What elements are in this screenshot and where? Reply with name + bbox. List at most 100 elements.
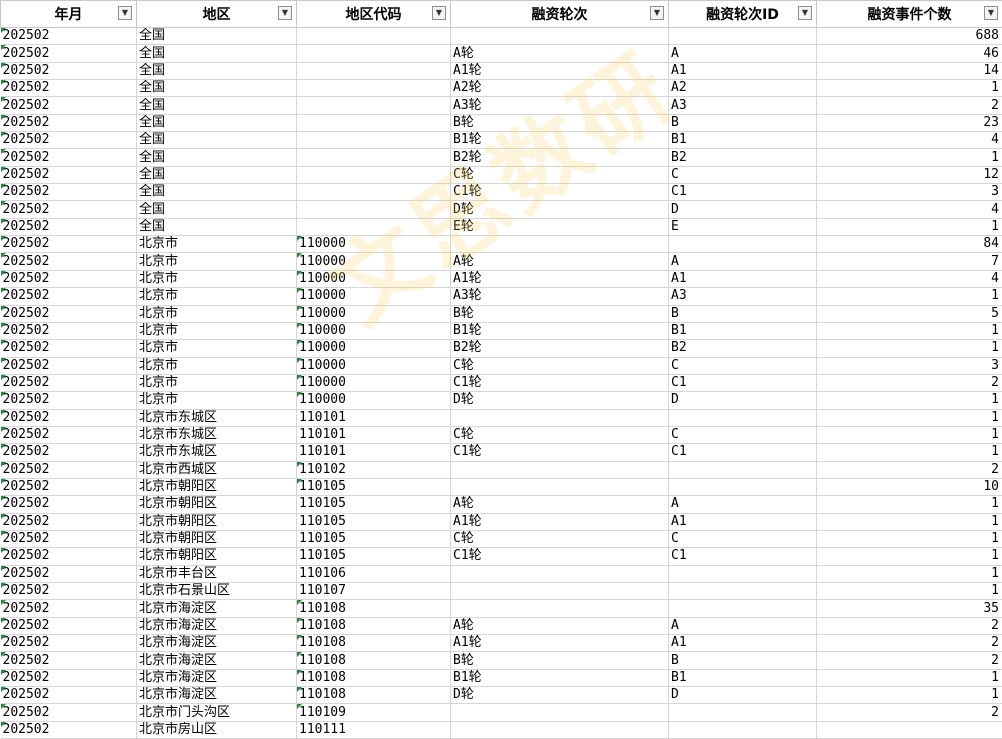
cell-funding-round[interactable]: B1轮 xyxy=(451,322,669,339)
cell-region[interactable]: 北京市 xyxy=(137,288,297,305)
cell-funding-round-id[interactable]: A xyxy=(669,45,817,62)
cell-region-code[interactable] xyxy=(297,149,451,166)
cell-funding-round[interactable]: C轮 xyxy=(451,166,669,183)
cell-funding-round[interactable]: B1轮 xyxy=(451,669,669,686)
cell-funding-round[interactable]: C1轮 xyxy=(451,548,669,565)
cell-funding-round-id[interactable] xyxy=(669,478,817,495)
cell-funding-round-id[interactable]: A1 xyxy=(669,513,817,530)
cell-year-month[interactable]: 202502 xyxy=(1,721,137,738)
cell-event-count[interactable]: 7 xyxy=(817,253,1002,270)
cell-year-month[interactable]: 202502 xyxy=(1,496,137,513)
cell-year-month[interactable]: 202502 xyxy=(1,80,137,97)
cell-year-month[interactable]: 202502 xyxy=(1,288,137,305)
cell-region[interactable]: 北京市 xyxy=(137,236,297,253)
cell-region-code[interactable]: 110106 xyxy=(297,565,451,582)
cell-year-month[interactable]: 202502 xyxy=(1,253,137,270)
cell-funding-round[interactable] xyxy=(451,236,669,253)
cell-event-count[interactable]: 1 xyxy=(817,669,1002,686)
cell-event-count[interactable]: 84 xyxy=(817,236,1002,253)
cell-year-month[interactable]: 202502 xyxy=(1,132,137,149)
cell-funding-round[interactable] xyxy=(451,704,669,721)
cell-funding-round[interactable]: E轮 xyxy=(451,218,669,235)
cell-region[interactable]: 全国 xyxy=(137,218,297,235)
cell-region[interactable]: 北京市海淀区 xyxy=(137,617,297,634)
cell-year-month[interactable]: 202502 xyxy=(1,461,137,478)
cell-funding-round-id[interactable]: C1 xyxy=(669,548,817,565)
cell-year-month[interactable]: 202502 xyxy=(1,184,137,201)
cell-funding-round[interactable]: B轮 xyxy=(451,652,669,669)
cell-region[interactable]: 北京市丰台区 xyxy=(137,565,297,582)
cell-region-code[interactable]: 110108 xyxy=(297,687,451,704)
cell-year-month[interactable]: 202502 xyxy=(1,478,137,495)
cell-region-code[interactable] xyxy=(297,114,451,131)
cell-funding-round-id[interactable]: E xyxy=(669,218,817,235)
cell-region-code[interactable]: 110108 xyxy=(297,635,451,652)
cell-region[interactable]: 北京市海淀区 xyxy=(137,687,297,704)
cell-event-count[interactable]: 10 xyxy=(817,478,1002,495)
cell-funding-round-id[interactable]: C1 xyxy=(669,374,817,391)
cell-event-count[interactable]: 4 xyxy=(817,132,1002,149)
filter-dropdown-icon[interactable]: ▼ xyxy=(278,6,292,20)
cell-region-code[interactable]: 110105 xyxy=(297,548,451,565)
cell-year-month[interactable]: 202502 xyxy=(1,236,137,253)
cell-year-month[interactable]: 202502 xyxy=(1,669,137,686)
cell-region-code[interactable]: 110101 xyxy=(297,444,451,461)
cell-event-count[interactable]: 2 xyxy=(817,374,1002,391)
cell-event-count[interactable]: 1 xyxy=(817,340,1002,357)
cell-region[interactable]: 全国 xyxy=(137,62,297,79)
cell-funding-round[interactable]: B轮 xyxy=(451,305,669,322)
cell-funding-round-id[interactable] xyxy=(669,409,817,426)
cell-funding-round[interactable] xyxy=(451,461,669,478)
cell-region[interactable]: 北京市 xyxy=(137,305,297,322)
cell-year-month[interactable]: 202502 xyxy=(1,444,137,461)
cell-funding-round-id[interactable]: B1 xyxy=(669,669,817,686)
cell-event-count[interactable]: 688 xyxy=(817,28,1002,45)
cell-funding-round-id[interactable]: C xyxy=(669,166,817,183)
cell-region[interactable]: 北京市海淀区 xyxy=(137,635,297,652)
cell-year-month[interactable]: 202502 xyxy=(1,530,137,547)
cell-region[interactable]: 北京市 xyxy=(137,357,297,374)
cell-funding-round[interactable]: C轮 xyxy=(451,530,669,547)
column-header-region[interactable]: 地区▼ xyxy=(137,1,297,28)
filter-active-icon[interactable]: ▼ xyxy=(984,6,998,20)
cell-year-month[interactable]: 202502 xyxy=(1,426,137,443)
cell-funding-round[interactable] xyxy=(451,565,669,582)
cell-region[interactable]: 北京市 xyxy=(137,374,297,391)
cell-funding-round-id[interactable]: B1 xyxy=(669,132,817,149)
cell-funding-round[interactable]: C轮 xyxy=(451,426,669,443)
cell-funding-round[interactable]: B1轮 xyxy=(451,132,669,149)
cell-region-code[interactable] xyxy=(297,62,451,79)
cell-year-month[interactable]: 202502 xyxy=(1,600,137,617)
cell-region[interactable]: 北京市石景山区 xyxy=(137,583,297,600)
cell-event-count[interactable]: 1 xyxy=(817,530,1002,547)
cell-region[interactable]: 北京市 xyxy=(137,253,297,270)
filter-dropdown-icon[interactable]: ▼ xyxy=(650,6,664,20)
cell-funding-round[interactable] xyxy=(451,409,669,426)
cell-region[interactable]: 北京市 xyxy=(137,340,297,357)
cell-funding-round[interactable] xyxy=(451,600,669,617)
cell-event-count[interactable]: 1 xyxy=(817,583,1002,600)
cell-year-month[interactable]: 202502 xyxy=(1,652,137,669)
cell-region[interactable]: 北京市海淀区 xyxy=(137,652,297,669)
column-header-funding-round-id[interactable]: 融资轮次ID▼ xyxy=(669,1,817,28)
filter-dropdown-icon[interactable]: ▼ xyxy=(118,6,132,20)
cell-region[interactable]: 北京市西城区 xyxy=(137,461,297,478)
cell-year-month[interactable]: 202502 xyxy=(1,340,137,357)
cell-region[interactable]: 北京市朝阳区 xyxy=(137,548,297,565)
cell-funding-round[interactable] xyxy=(451,583,669,600)
filter-dropdown-icon[interactable]: ▼ xyxy=(798,6,812,20)
cell-event-count[interactable]: 2 xyxy=(817,635,1002,652)
cell-event-count[interactable]: 1 xyxy=(817,392,1002,409)
cell-funding-round-id[interactable]: B xyxy=(669,305,817,322)
cell-year-month[interactable]: 202502 xyxy=(1,201,137,218)
cell-region[interactable]: 全国 xyxy=(137,97,297,114)
cell-year-month[interactable]: 202502 xyxy=(1,687,137,704)
cell-event-count[interactable]: 1 xyxy=(817,548,1002,565)
cell-region-code[interactable]: 110000 xyxy=(297,340,451,357)
cell-event-count[interactable]: 46 xyxy=(817,45,1002,62)
cell-region[interactable]: 北京市门头沟区 xyxy=(137,704,297,721)
cell-region-code[interactable]: 110108 xyxy=(297,669,451,686)
cell-region-code[interactable] xyxy=(297,218,451,235)
cell-region-code[interactable] xyxy=(297,184,451,201)
cell-region-code[interactable]: 110111 xyxy=(297,721,451,738)
